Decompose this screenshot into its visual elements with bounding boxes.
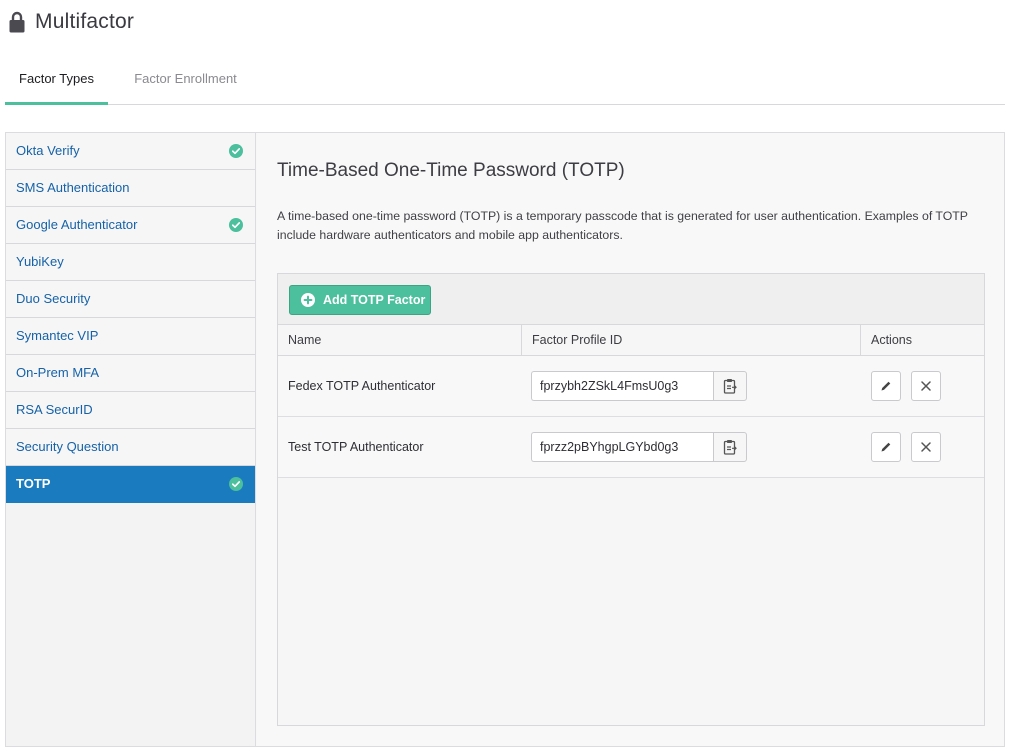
check-circle-icon — [229, 477, 243, 491]
delete-button[interactable] — [911, 371, 941, 401]
sidebar-item-label: Google Authenticator — [16, 217, 138, 232]
factor-title: Time-Based One-Time Password (TOTP) — [277, 160, 625, 181]
sidebar-item-symantec-vip[interactable]: Symantec VIP — [6, 318, 255, 355]
sidebar-item-label: RSA SecurID — [16, 402, 93, 417]
column-header-factor-profile-id: Factor Profile ID — [521, 325, 861, 356]
sidebar-item-label: YubiKey — [16, 254, 64, 269]
sidebar-item-on-prem-mfa[interactable]: On-Prem MFA — [6, 355, 255, 392]
table-row: Test TOTP Authenticator — [278, 417, 984, 478]
table-toolbar: Add TOTP Factor — [278, 274, 984, 325]
factor-card: Okta Verify SMS Authentication Google Au… — [5, 132, 1005, 747]
totp-factor-table: Add TOTP Factor Name Factor Profile ID A… — [277, 273, 985, 726]
clipboard-icon — [723, 440, 737, 455]
profile-id-field[interactable] — [531, 371, 713, 401]
plus-circle-icon — [301, 293, 315, 307]
sidebar-item-google-authenticator[interactable]: Google Authenticator — [6, 207, 255, 244]
delete-button[interactable] — [911, 432, 941, 462]
edit-button[interactable] — [871, 371, 901, 401]
profile-id-group — [531, 432, 747, 462]
add-totp-factor-button[interactable]: Add TOTP Factor — [289, 285, 431, 315]
sidebar-item-label: Symantec VIP — [16, 328, 99, 343]
add-button-label: Add TOTP Factor — [323, 293, 426, 307]
page-header: Multifactor — [9, 10, 134, 34]
factor-description: A time-based one-time password (TOTP) is… — [277, 209, 968, 242]
clipboard-icon — [723, 379, 737, 394]
sidebar-item-sms-authentication[interactable]: SMS Authentication — [6, 170, 255, 207]
sidebar-item-label: Duo Security — [16, 291, 91, 306]
sidebar-item-label: Security Question — [16, 439, 119, 454]
check-circle-icon — [229, 218, 243, 232]
pencil-icon — [881, 381, 891, 391]
sidebar-item-label: Okta Verify — [16, 143, 80, 158]
table-row: Fedex TOTP Authenticator — [278, 356, 984, 417]
profile-id-field[interactable] — [531, 432, 713, 462]
sidebar-item-yubikey[interactable]: YubiKey — [6, 244, 255, 281]
factor-detail: Time-Based One-Time Password (TOTP) A ti… — [257, 133, 1004, 746]
sidebar-item-label: SMS Authentication — [16, 180, 130, 195]
close-icon — [921, 442, 931, 452]
sidebar-item-duo-security[interactable]: Duo Security — [6, 281, 255, 318]
lock-icon — [9, 11, 25, 33]
factor-name: Test TOTP Authenticator — [288, 440, 424, 454]
sidebar-item-okta-verify[interactable]: Okta Verify — [6, 133, 255, 170]
column-header-name: Name — [288, 333, 322, 347]
sidebar-item-security-question[interactable]: Security Question — [6, 429, 255, 466]
sidebar-item-rsa-securid[interactable]: RSA SecurID — [6, 392, 255, 429]
sidebar-item-label: On-Prem MFA — [16, 365, 100, 380]
copy-profile-id-button[interactable] — [713, 371, 747, 401]
copy-profile-id-button[interactable] — [713, 432, 747, 462]
factor-name: Fedex TOTP Authenticator — [288, 379, 436, 393]
page-title: Multifactor — [35, 10, 135, 33]
table-header: Name Factor Profile ID Actions — [278, 325, 984, 356]
column-header-actions: Actions — [860, 325, 985, 356]
close-icon — [921, 381, 931, 391]
edit-button[interactable] — [871, 432, 901, 462]
pencil-icon — [881, 442, 891, 452]
sidebar-item-label: TOTP — [16, 476, 51, 491]
tab-bar: Factor Types Factor Enrollment — [5, 60, 1005, 105]
tab-factor-enrollment[interactable]: Factor Enrollment — [123, 60, 248, 104]
check-circle-icon — [229, 144, 243, 158]
sidebar-item-totp[interactable]: TOTP — [6, 466, 255, 503]
profile-id-group — [531, 371, 747, 401]
tab-factor-types[interactable]: Factor Types — [5, 60, 108, 105]
factor-sidebar: Okta Verify SMS Authentication Google Au… — [6, 133, 256, 746]
